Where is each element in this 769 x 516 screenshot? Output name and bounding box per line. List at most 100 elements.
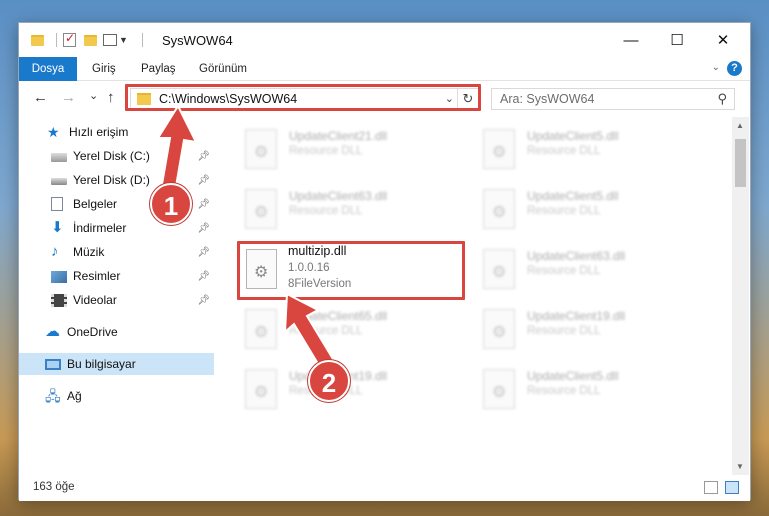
dll-file-icon [483, 249, 515, 289]
title-bar: ▼ SysWOW64 — ☐ ✕ [19, 23, 750, 57]
sidebar-item-this-pc[interactable]: Bu bilgisayar [19, 353, 214, 375]
file-name: UpdateClient65.dll [289, 309, 388, 323]
sidebar-item-videos[interactable]: Videolar 📌︎ [19, 289, 214, 311]
list-item[interactable]: UpdateClient5.dll Resource DLL [477, 183, 707, 239]
sidebar-item-network[interactable]: 🖧︎ Ağ [19, 385, 214, 407]
sidebar-item-label: Ağ [67, 389, 82, 403]
file-description: Resource DLL [289, 145, 363, 157]
list-item[interactable]: UpdateClient19.dll Resource DLL [239, 363, 469, 419]
scrollbar-thumb[interactable] [735, 139, 746, 187]
file-name: UpdateClient5.dll [527, 189, 619, 203]
tab-view[interactable]: Görünüm [199, 57, 247, 81]
help-icon[interactable]: ? [727, 61, 742, 76]
callout-step-1: 1 [150, 183, 192, 225]
list-item[interactable]: UpdateClient19.dll Resource DLL [477, 303, 707, 359]
tab-file[interactable]: Dosya [19, 57, 77, 81]
pin-icon[interactable]: 📌︎ [197, 223, 210, 234]
list-item[interactable]: UpdateClient65.dll Resource DLL [239, 303, 469, 359]
sidebar-item-label: Yerel Disk (C:) [73, 149, 150, 163]
tab-share[interactable]: Paylaş [141, 57, 176, 81]
sidebar-item-label: Müzik [73, 245, 105, 259]
item-count: 163 öğe [33, 481, 75, 493]
vertical-scrollbar[interactable]: ▲ ▼ [732, 117, 749, 475]
dll-file-icon [483, 309, 515, 349]
callout-step-2: 2 [308, 360, 350, 402]
downloads-icon: ⬇ [51, 219, 64, 236]
search-icon[interactable]: ⚲ [717, 91, 727, 107]
recent-locations-button[interactable]: ⌄ [89, 89, 98, 102]
file-name: UpdateClient63.dll [289, 189, 388, 203]
scroll-down-icon[interactable]: ▼ [736, 462, 744, 471]
list-item[interactable]: UpdateClient63.dll Resource DLL [239, 183, 469, 239]
pin-icon[interactable]: 📌︎ [197, 295, 210, 306]
forward-button[interactable]: → [61, 89, 76, 106]
dll-file-icon [245, 369, 277, 409]
status-bar: 163 öğe [19, 475, 750, 501]
back-button[interactable]: ← [33, 89, 48, 106]
dll-file-icon [483, 189, 515, 229]
sidebar-item-label: Videolar [73, 293, 117, 307]
maximize-button[interactable]: ☐ [654, 23, 700, 57]
folder-icon [31, 34, 44, 46]
sidebar-item-label: Resimler [73, 269, 121, 283]
pictures-icon [51, 270, 67, 283]
sidebar-item-label: Belgeler [73, 197, 118, 211]
scroll-up-icon[interactable]: ▲ [736, 121, 744, 130]
file-description: Resource DLL [527, 325, 601, 337]
file-name: UpdateClient19.dll [527, 309, 626, 323]
drive-icon [51, 178, 67, 185]
toolbar-divider [56, 33, 57, 47]
cloud-icon: ☁ [45, 323, 60, 340]
close-button[interactable]: ✕ [700, 23, 746, 57]
window-title: SysWOW64 [162, 33, 233, 48]
list-item[interactable]: UpdateClient21.dll Resource DLL [239, 123, 469, 179]
chevron-down-icon[interactable]: ▼ [119, 35, 128, 45]
drive-icon [51, 153, 67, 162]
sidebar-item-quick-access[interactable]: ★ Hızlı erişim [19, 121, 214, 143]
pin-icon[interactable]: 📌︎ [197, 247, 210, 258]
pin-icon[interactable]: 📌︎ [197, 199, 210, 210]
list-item[interactable]: UpdateClient5.dll Resource DLL [477, 363, 707, 419]
dll-file-icon [245, 309, 277, 349]
new-folder-icon[interactable] [84, 34, 97, 46]
sidebar-item-label: OneDrive [67, 325, 118, 339]
search-placeholder: Ara: SysWOW64 [500, 92, 595, 106]
sidebar-item-label: Yerel Disk (D:) [73, 173, 150, 187]
file-name: UpdateClient5.dll [527, 369, 619, 383]
network-icon: 🖧︎ [45, 388, 61, 404]
computer-icon [45, 358, 61, 370]
star-icon: ★ [47, 124, 60, 140]
sidebar-item-pictures[interactable]: Resimler 📌︎ [19, 265, 214, 287]
file-description: Resource DLL [289, 205, 363, 217]
up-button[interactable]: ↑ [107, 89, 115, 106]
pin-icon[interactable]: 📌︎ [197, 271, 210, 282]
file-highlight-box [237, 241, 465, 300]
expand-ribbon-icon[interactable]: ⌄ [712, 62, 720, 73]
list-item[interactable]: UpdateClient5.dll Resource DLL [477, 123, 707, 179]
sidebar-item-music[interactable]: ♪ Müzik 📌︎ [19, 241, 214, 263]
sidebar-item-downloads[interactable]: ⬇ İndirmeler 📌︎ [19, 217, 214, 239]
music-icon: ♪ [51, 243, 59, 260]
properties-check-icon[interactable] [63, 31, 76, 47]
dll-file-icon [245, 129, 277, 169]
documents-icon [51, 197, 63, 211]
minimize-button[interactable]: — [608, 23, 654, 57]
dll-file-icon [483, 369, 515, 409]
file-name: UpdateClient5.dll [527, 129, 619, 143]
sidebar-item-drive-c[interactable]: Yerel Disk (C:) 📌︎ [19, 145, 214, 167]
sidebar-item-onedrive[interactable]: ☁ OneDrive [19, 321, 214, 343]
pin-icon[interactable]: 📌︎ [197, 151, 210, 162]
pin-icon[interactable]: 📌︎ [197, 175, 210, 186]
quick-access-toolbar: ▼ [31, 31, 149, 47]
customize-toolbar-icon[interactable] [103, 34, 117, 46]
navigation-pane: ★ Hızlı erişim Yerel Disk (C:) 📌︎ Yerel … [19, 117, 215, 475]
toolbar-divider [141, 33, 143, 47]
details-view-icon[interactable] [704, 481, 718, 494]
search-input[interactable]: Ara: SysWOW64 ⚲ [491, 88, 735, 110]
videos-icon [51, 293, 67, 307]
file-description: Resource DLL [289, 325, 363, 337]
list-item[interactable]: UpdateClient63.dll Resource DLL [477, 243, 707, 299]
tiles-view-icon[interactable] [725, 481, 739, 494]
tab-home[interactable]: Giriş [92, 57, 116, 81]
sidebar-item-label: Bu bilgisayar [67, 357, 136, 371]
